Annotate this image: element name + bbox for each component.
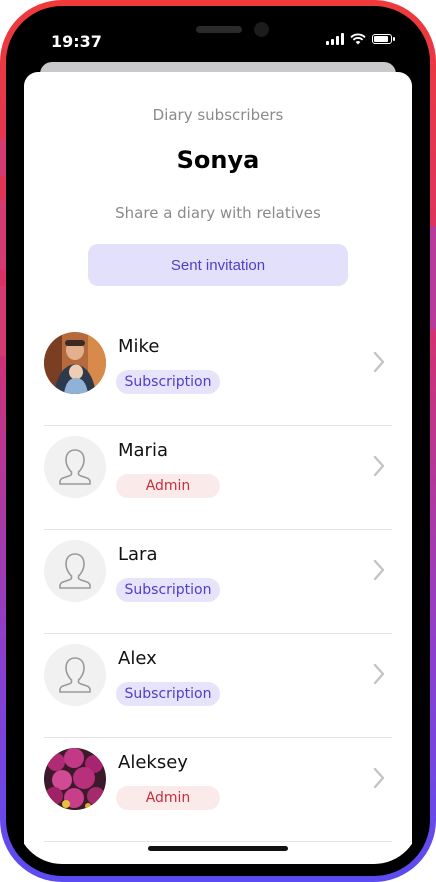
- subscriber-name: Alex: [118, 648, 157, 669]
- chevron-right-icon: [373, 455, 385, 477]
- page-subtitle: Share a diary with relatives: [115, 204, 321, 222]
- role-badge: Subscription: [116, 578, 220, 602]
- battery-icon: [372, 34, 395, 44]
- subscriber-row-mike[interactable]: Mike Subscription: [24, 322, 412, 426]
- home-indicator[interactable]: [148, 846, 288, 851]
- section-label: Diary subscribers: [152, 106, 284, 124]
- subscriber-name: Aleksey: [118, 752, 188, 773]
- sent-invitation-button[interactable]: Sent invitation: [88, 244, 348, 286]
- man-with-child-photo: [44, 332, 106, 394]
- pink-flowers-photo: [44, 748, 106, 810]
- role-badge: Admin: [116, 786, 220, 810]
- cellular-signal-icon: [326, 33, 344, 45]
- avatar-placeholder: [44, 436, 106, 498]
- subscriber-name: Mike: [118, 336, 160, 357]
- avatar-photo: [44, 332, 106, 394]
- avatar-placeholder: [44, 644, 106, 706]
- role-badge: Admin: [116, 474, 220, 498]
- speaker-grille: [196, 26, 242, 33]
- subscriber-row-maria[interactable]: Maria Admin: [24, 426, 412, 530]
- subscriber-row-lara[interactable]: Lara Subscription: [24, 530, 412, 634]
- subscriber-row-alex[interactable]: Alex Subscription: [24, 634, 412, 738]
- chevron-right-icon: [373, 559, 385, 581]
- role-badge: Subscription: [116, 682, 220, 706]
- person-placeholder-icon: [59, 553, 91, 589]
- chevron-right-icon: [373, 767, 385, 789]
- status-time: 19:37: [51, 32, 102, 51]
- chevron-right-icon: [373, 351, 385, 373]
- power-button: [430, 226, 436, 330]
- screen: 19:37 Diary subscribers Sonya Share a di…: [16, 14, 420, 864]
- subscriber-list: Mike Subscription Maria Admin Lara Subsc…: [24, 322, 412, 842]
- person-placeholder-icon: [59, 657, 91, 693]
- chevron-right-icon: [373, 663, 385, 685]
- role-badge: Subscription: [116, 370, 220, 394]
- person-placeholder-icon: [59, 449, 91, 485]
- subscriber-name: Maria: [118, 440, 168, 461]
- row-divider: [44, 841, 392, 842]
- avatar-photo: [44, 748, 106, 810]
- status-icons: [326, 33, 395, 45]
- subscriber-name: Lara: [118, 544, 158, 565]
- front-camera: [254, 22, 269, 37]
- subscriber-row-aleksey[interactable]: Aleksey Admin: [24, 738, 412, 842]
- avatar-placeholder: [44, 540, 106, 602]
- subscribers-sheet: Diary subscribers Sonya Share a diary wi…: [24, 72, 412, 864]
- page-title: Sonya: [176, 146, 260, 174]
- wifi-icon: [350, 33, 366, 45]
